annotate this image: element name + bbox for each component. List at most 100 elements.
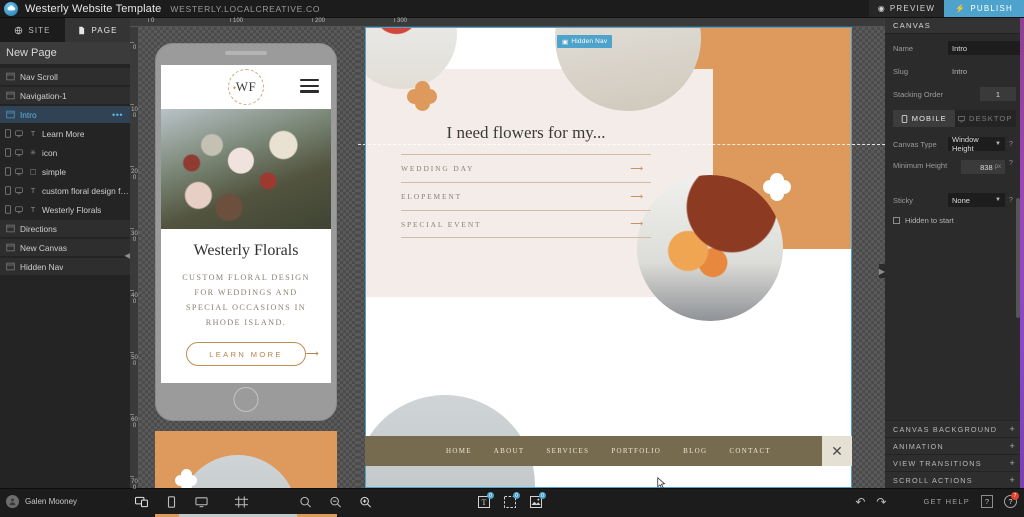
option-wedding-day[interactable]: WEDDING DAY ⟶ xyxy=(401,154,651,182)
device-visibility-icons[interactable] xyxy=(4,148,23,157)
vertical-ruler[interactable]: 0 100 200 300 400 500 600 700 xyxy=(130,27,139,491)
chevron-down-icon: ▼ xyxy=(995,141,1001,147)
cloud-logo-icon[interactable] xyxy=(4,1,18,16)
option-elopement[interactable]: ELOPEMENT ⟶ xyxy=(401,182,651,210)
learn-more-button[interactable]: LEARN MORE ⟶ xyxy=(186,342,319,366)
layer-learn-more[interactable]: T Learn More xyxy=(0,125,130,142)
publish-label: PUBLISH xyxy=(970,4,1013,13)
hidden-nav-bar[interactable]: HOME ABOUT SERVICES PORTFOLIO BLOG CONTA… xyxy=(365,436,852,466)
question-help-icon[interactable]: ? 7 xyxy=(1004,492,1019,508)
sticky-select[interactable]: None ▼ xyxy=(948,193,1005,207)
help-icon[interactable]: ? xyxy=(1009,160,1016,167)
tab-page[interactable]: PAGE xyxy=(65,18,130,42)
horizontal-ruler[interactable]: 0 100 200 300 xyxy=(130,18,885,27)
top-bar-actions: ◉ PREVIEW ⚡ PUBLISH xyxy=(868,0,1024,17)
zoom-in-icon[interactable] xyxy=(358,495,372,509)
help-icon[interactable]: ? xyxy=(1009,141,1016,148)
nav-item-portfolio[interactable]: PORTFOLIO xyxy=(611,447,661,455)
minimum-height-unit: px xyxy=(994,164,1001,170)
section-label: ANIMATION xyxy=(893,441,944,451)
layer-label: Hidden Nav xyxy=(20,261,64,272)
sticky-row: Sticky None ▼ ? xyxy=(893,193,1016,207)
close-icon[interactable]: ✕ xyxy=(822,436,852,466)
flower-chooser: I need flowers for my... WEDDING DAY ⟶ E… xyxy=(401,123,651,238)
device-visibility-icons[interactable] xyxy=(4,129,23,138)
tab-mobile[interactable]: MOBILE xyxy=(893,110,955,127)
arrow-right-icon: ⟶ xyxy=(630,218,645,229)
nav-item-contact[interactable]: CONTACT xyxy=(729,447,771,455)
section-animation[interactable]: ANIMATION + xyxy=(885,437,1024,454)
plus-icon[interactable]: + xyxy=(1010,441,1016,451)
layer-directions[interactable]: Directions xyxy=(0,220,130,237)
layer-label: icon xyxy=(42,147,58,158)
add-shape-icon[interactable]: 0 xyxy=(503,492,520,508)
eye-icon: ◉ xyxy=(877,3,886,13)
layer-label: Nav Scroll xyxy=(20,71,58,82)
plus-icon[interactable]: + xyxy=(1010,458,1016,468)
help-icon[interactable]: ? xyxy=(1009,197,1016,204)
ruler-label: 600 xyxy=(131,417,138,429)
zoom-out-icon[interactable] xyxy=(328,495,342,509)
add-shape-badge: 0 xyxy=(513,492,520,499)
section-scroll-actions[interactable]: SCROLL ACTIONS + xyxy=(885,471,1024,488)
user-account[interactable]: Galen Mooney xyxy=(0,495,130,508)
minimum-height-input[interactable] xyxy=(964,160,993,174)
tab-desktop[interactable]: DESKTOP xyxy=(954,110,1016,127)
layer-menu-button[interactable]: ••• xyxy=(112,110,123,120)
layer-new-canvas[interactable]: New Canvas xyxy=(0,239,130,256)
arrow-right-icon: ⟶ xyxy=(630,163,645,173)
plus-icon[interactable]: + xyxy=(1010,475,1016,485)
layer-simple[interactable]: ▢ simple xyxy=(0,163,130,180)
name-input[interactable] xyxy=(948,41,1024,55)
section-view-transitions[interactable]: VIEW TRANSITIONS + xyxy=(885,454,1024,471)
nav-item-about[interactable]: ABOUT xyxy=(494,447,525,455)
sticky-label: Sticky xyxy=(893,195,914,205)
option-label: ELOPEMENT xyxy=(401,192,463,201)
tab-site[interactable]: SITE xyxy=(0,18,65,42)
nav-item-services[interactable]: SERVICES xyxy=(546,447,589,455)
canvas-badge-icon: ▣ xyxy=(562,38,569,46)
desktop-preview-column: I need flowers for my... WEDDING DAY ⟶ E… xyxy=(358,27,885,488)
preview-button[interactable]: ◉ PREVIEW xyxy=(868,0,945,17)
get-help-label[interactable]: GET HELP xyxy=(923,497,970,506)
stacking-order-input[interactable] xyxy=(980,87,1016,101)
phone-screen[interactable]: ✦ WF Westerly Florals CUSTOM FLORAL DESI… xyxy=(161,65,331,383)
hamburger-icon[interactable] xyxy=(300,79,319,93)
layer-westerly-florals[interactable]: T Westerly Florals xyxy=(0,201,130,218)
device-visibility-icons[interactable] xyxy=(4,167,23,176)
publish-button[interactable]: ⚡ PUBLISH xyxy=(944,0,1024,17)
flower-petal-icon xyxy=(763,173,791,201)
layer-hidden-nav[interactable]: Hidden Nav xyxy=(0,258,130,275)
layer-navigation-1[interactable]: Navigation-1 xyxy=(0,87,130,104)
chevron-right-icon[interactable]: ▶ xyxy=(879,264,885,278)
layer-icon[interactable]: ✳ icon xyxy=(0,144,130,161)
globe-icon xyxy=(15,26,23,35)
layer-intro[interactable]: Intro ••• xyxy=(0,106,130,123)
mobile-subheading: CUSTOM FLORAL DESIGN FOR WEDDINGS AND SP… xyxy=(182,273,310,327)
plus-icon[interactable]: + xyxy=(1010,424,1016,434)
add-image-icon[interactable]: 0 xyxy=(529,492,546,508)
nav-item-blog[interactable]: BLOG xyxy=(683,447,707,455)
layer-custom-floral-design[interactable]: T custom floral design for we... xyxy=(0,182,130,199)
responsive-view-icon[interactable] xyxy=(134,495,148,509)
ruler-label: 100 xyxy=(233,18,244,24)
doc-help-icon[interactable]: ? xyxy=(981,495,993,508)
zoom-fit-icon[interactable] xyxy=(298,495,312,509)
nav-item-home[interactable]: HOME xyxy=(446,447,472,455)
desktop-canvas[interactable]: I need flowers for my... WEDDING DAY ⟶ E… xyxy=(365,27,852,488)
page-name[interactable]: New Page xyxy=(0,42,130,64)
section-canvas-background[interactable]: CANVAS BACKGROUND + xyxy=(885,420,1024,437)
option-special-event[interactable]: SPECIAL EVENT ⟶ xyxy=(401,210,651,238)
mobile-view-icon[interactable] xyxy=(164,495,178,509)
hidden-to-start-checkbox[interactable]: Hidden to start xyxy=(893,216,1016,225)
undo-icon[interactable]: ↶ xyxy=(855,495,865,509)
add-text-icon[interactable]: T 0 xyxy=(477,492,494,508)
hidden-nav-badge[interactable]: ▣ Hidden Nav xyxy=(557,35,613,48)
layer-nav-scroll[interactable]: Nav Scroll xyxy=(0,68,130,85)
grid-guides-icon[interactable] xyxy=(234,495,248,509)
canvas-type-select[interactable]: Window Height ▼ xyxy=(948,135,1005,153)
device-visibility-icons[interactable] xyxy=(4,186,23,195)
desktop-view-icon[interactable] xyxy=(194,495,208,509)
device-visibility-icons[interactable] xyxy=(4,205,23,214)
redo-icon[interactable]: ↷ xyxy=(876,495,886,509)
